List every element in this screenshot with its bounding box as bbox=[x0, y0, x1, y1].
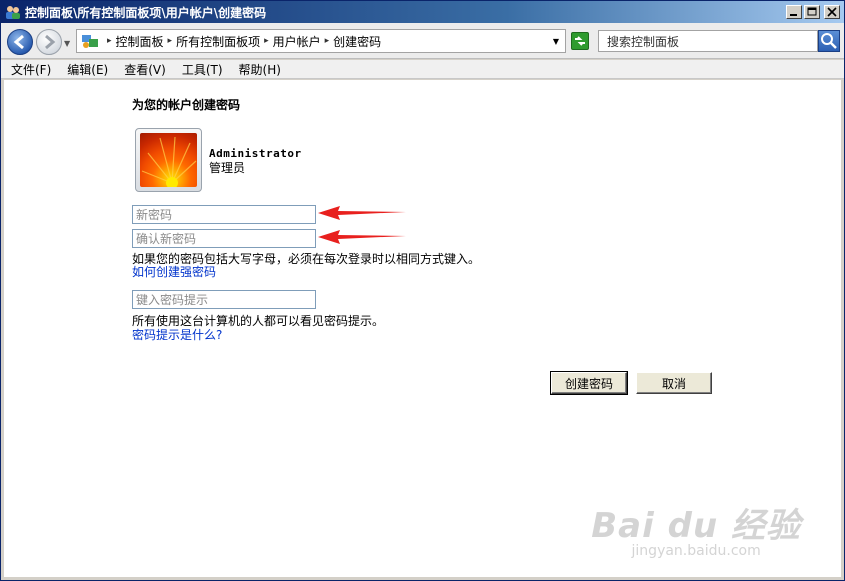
breadcrumb-separator[interactable]: ▸ bbox=[107, 36, 112, 46]
title-bar: 控制面板\所有控制面板项\用户帐户\创建密码 bbox=[1, 1, 844, 23]
forward-button[interactable] bbox=[36, 29, 62, 55]
menu-bar: 文件(F) 编辑(E) 查看(V) 工具(T) 帮助(H) bbox=[1, 60, 844, 79]
watermark-logo: Bai du 经验 bbox=[591, 506, 801, 546]
arrow-right-icon bbox=[45, 34, 56, 50]
menu-tools[interactable]: 工具(T) bbox=[182, 61, 223, 78]
search-input[interactable]: 搜索控制面板 bbox=[598, 30, 818, 52]
password-hint-input[interactable] bbox=[132, 290, 316, 309]
breadcrumb-create-password[interactable]: 创建密码 bbox=[333, 33, 381, 50]
avatar bbox=[135, 128, 202, 192]
breadcrumb-separator[interactable]: ▸ bbox=[325, 36, 330, 46]
control-panel-icon bbox=[82, 35, 98, 48]
refresh-button[interactable] bbox=[571, 32, 589, 50]
maximize-icon bbox=[807, 7, 817, 16]
refresh-icon bbox=[575, 36, 585, 46]
recent-pages-dropdown-icon[interactable]: ▼ bbox=[64, 39, 70, 48]
window: 控制面板\所有控制面板项\用户帐户\创建密码 ▼ ▸ 控制面板 ▸ 所有控制面板… bbox=[0, 0, 845, 581]
minimize-icon bbox=[790, 14, 797, 16]
page-title: 为您的帐户创建密码 bbox=[132, 98, 241, 112]
minimize-button[interactable] bbox=[786, 5, 802, 19]
breadcrumb-separator[interactable]: ▸ bbox=[168, 36, 173, 46]
breadcrumb-control-panel[interactable]: 控制面板 bbox=[116, 33, 164, 50]
what-is-hint-link[interactable]: 密码提示是什么? bbox=[132, 326, 222, 343]
annotation-arrow-icon bbox=[318, 206, 406, 220]
close-icon bbox=[827, 7, 837, 17]
menu-file[interactable]: 文件(F) bbox=[11, 61, 51, 78]
maximize-button[interactable] bbox=[804, 5, 820, 19]
arrow-left-icon bbox=[13, 34, 24, 50]
users-icon bbox=[6, 6, 20, 19]
annotation-arrow-icon bbox=[318, 230, 406, 244]
flower-picture-icon bbox=[140, 133, 197, 187]
search-button[interactable] bbox=[818, 30, 840, 52]
breadcrumb-all-items[interactable]: 所有控制面板项 bbox=[176, 33, 260, 50]
baidu-watermark: Bai du 经验 jingyan.baidu.com bbox=[591, 498, 801, 559]
breadcrumb-separator[interactable]: ▸ bbox=[264, 36, 269, 46]
menu-edit[interactable]: 编辑(E) bbox=[67, 61, 108, 78]
new-password-input[interactable] bbox=[132, 205, 316, 224]
menu-help[interactable]: 帮助(H) bbox=[239, 61, 281, 78]
close-button[interactable] bbox=[824, 5, 840, 19]
strong-password-link[interactable]: 如何创建强密码 bbox=[132, 263, 216, 280]
create-password-button[interactable]: 创建密码 bbox=[550, 371, 628, 395]
navigation-bar: ▼ ▸ 控制面板 ▸ 所有控制面板项 ▸ 用户帐户 ▸ 创建密码 ▼ 搜索控制面… bbox=[1, 23, 844, 59]
address-bar[interactable]: ▸ 控制面板 ▸ 所有控制面板项 ▸ 用户帐户 ▸ 创建密码 ▼ bbox=[76, 29, 566, 53]
back-button[interactable] bbox=[7, 29, 33, 55]
confirm-password-input[interactable] bbox=[132, 229, 316, 248]
menu-view[interactable]: 查看(V) bbox=[124, 61, 166, 78]
main-content: 为您的帐户创建密码 Administrator 管理员 如果您的密码包括大写字母… bbox=[4, 80, 841, 577]
search-icon bbox=[821, 33, 837, 49]
window-title: 控制面板\所有控制面板项\用户帐户\创建密码 bbox=[25, 5, 267, 20]
cancel-button[interactable]: 取消 bbox=[636, 372, 712, 394]
breadcrumb-user-accounts[interactable]: 用户帐户 bbox=[273, 33, 321, 50]
address-dropdown-icon[interactable]: ▼ bbox=[553, 37, 559, 46]
user-role: 管理员 bbox=[209, 161, 246, 175]
